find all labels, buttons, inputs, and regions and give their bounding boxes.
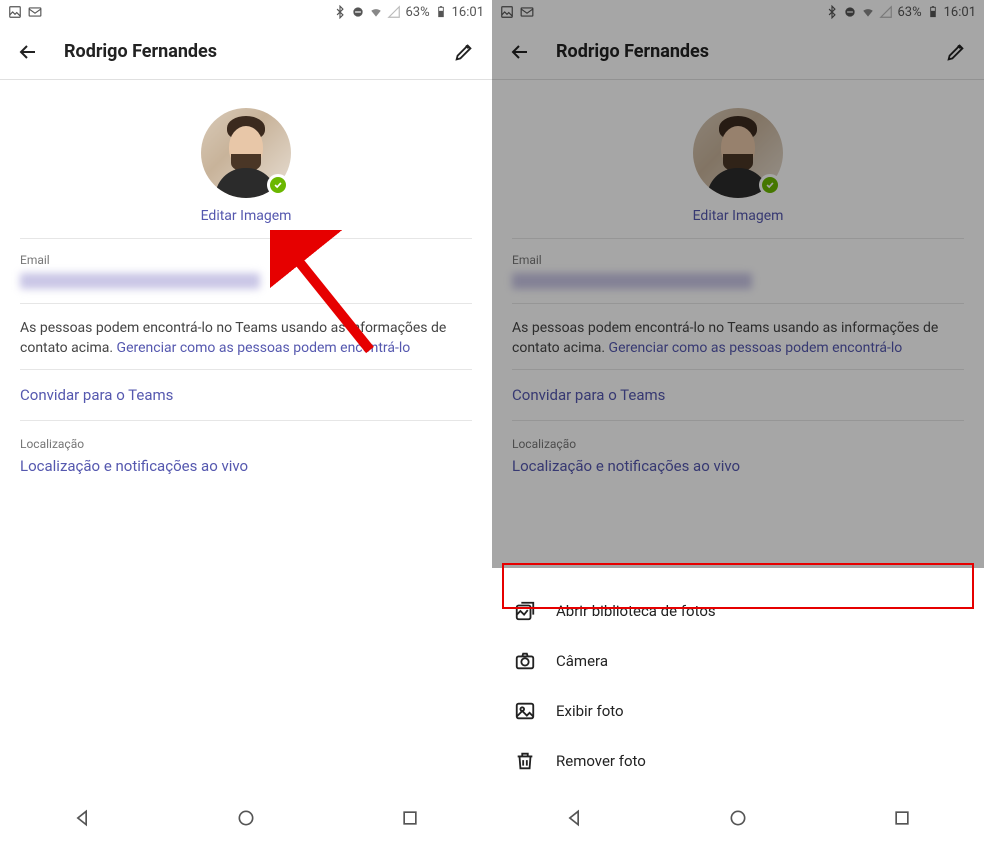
page-title: Rodrigo Fernandes bbox=[64, 41, 452, 62]
nav-back-icon[interactable] bbox=[564, 808, 584, 828]
camera-icon bbox=[514, 650, 536, 672]
nav-recent-icon[interactable] bbox=[892, 808, 912, 828]
bluetooth-icon bbox=[333, 5, 347, 19]
profile-content: Editar Imagem Email As pessoas podem enc… bbox=[0, 80, 492, 842]
sheet-camera[interactable]: Câmera bbox=[492, 636, 984, 686]
avatar[interactable] bbox=[201, 108, 291, 198]
image-icon bbox=[514, 700, 536, 722]
nav-home-icon[interactable] bbox=[728, 808, 748, 828]
battery-pct: 63% bbox=[405, 5, 429, 20]
android-nav-bar bbox=[0, 794, 492, 842]
wifi-icon bbox=[369, 5, 383, 19]
nav-recent-icon[interactable] bbox=[400, 808, 420, 828]
location-label: Localização bbox=[20, 421, 472, 451]
edit-image-link[interactable]: Editar Imagem bbox=[201, 208, 292, 224]
edit-button[interactable] bbox=[452, 40, 476, 64]
presence-available-icon bbox=[267, 174, 289, 196]
email-value-blurred bbox=[20, 273, 260, 289]
android-nav-bar bbox=[492, 794, 984, 842]
dnd-icon bbox=[351, 5, 365, 19]
avatar-section: Editar Imagem bbox=[20, 80, 472, 239]
sheet-remove-photo[interactable]: Remover foto bbox=[492, 736, 984, 786]
sheet-open-library[interactable]: Abrir biblioteca de fotos bbox=[492, 586, 984, 636]
invite-teams-link[interactable]: Convidar para o Teams bbox=[20, 370, 472, 421]
email-block: Email bbox=[20, 239, 472, 304]
clock-time: 16:01 bbox=[452, 5, 484, 20]
phone-left: 63% 16:01 Rodrigo Fernandes Editar Image… bbox=[0, 0, 492, 842]
location-link[interactable]: Localização e notificações ao vivo bbox=[20, 451, 472, 491]
battery-icon bbox=[434, 5, 448, 19]
manage-discovery-link[interactable]: Gerenciar como as pessoas podem encontrá… bbox=[117, 340, 411, 356]
nav-back-icon[interactable] bbox=[72, 808, 92, 828]
mail-icon bbox=[28, 5, 42, 19]
email-label: Email bbox=[20, 253, 472, 267]
contact-help-text: As pessoas podem encontrá-lo no Teams us… bbox=[20, 304, 472, 370]
photo-library-icon bbox=[514, 600, 536, 622]
sheet-view-photo[interactable]: Exibir foto bbox=[492, 686, 984, 736]
status-bar: 63% 16:01 bbox=[0, 0, 492, 24]
picture-icon bbox=[8, 5, 22, 19]
nav-home-icon[interactable] bbox=[236, 808, 256, 828]
toolbar: Rodrigo Fernandes bbox=[0, 24, 492, 80]
trash-icon bbox=[514, 750, 536, 772]
signal-icon bbox=[387, 5, 401, 19]
back-button[interactable] bbox=[16, 40, 40, 64]
phone-right: 63% 16:01 Rodrigo Fernandes Editar Image… bbox=[492, 0, 984, 842]
photo-actions-sheet: Abrir biblioteca de fotos Câmera Exibir … bbox=[492, 568, 984, 794]
